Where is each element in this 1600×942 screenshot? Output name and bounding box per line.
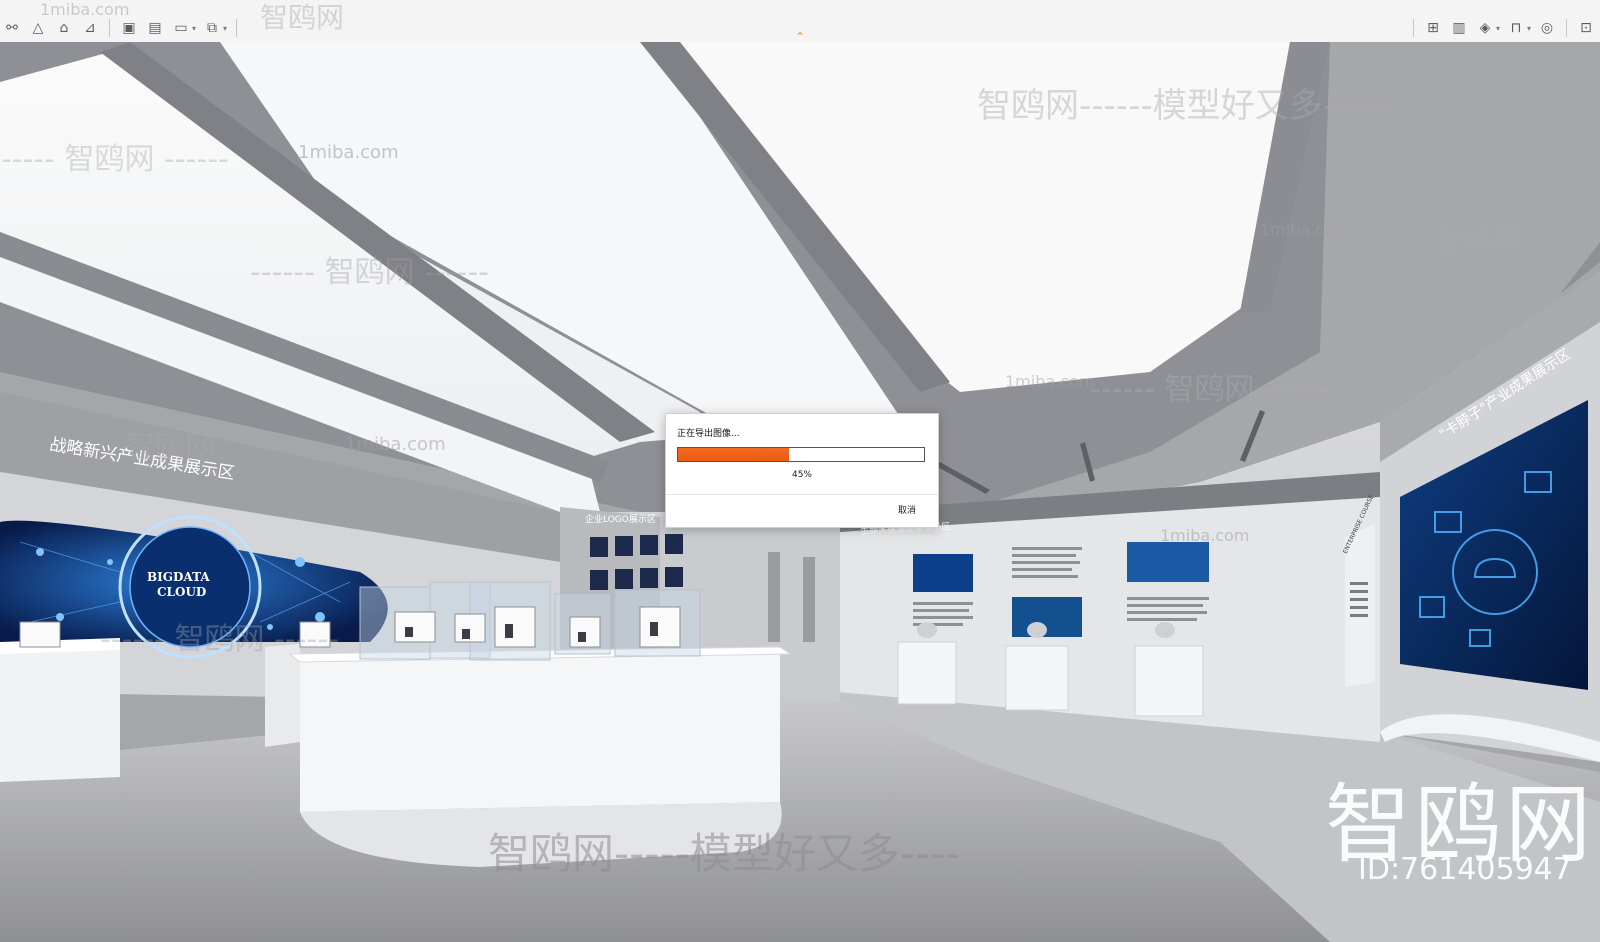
watermark-site-3: 1miba.com bbox=[1260, 220, 1350, 239]
binoculars-icon[interactable]: ⚯ bbox=[2, 18, 22, 38]
render-setup-icon[interactable]: ▭ bbox=[171, 18, 191, 38]
zone-sign-enterprise-logo: 企业LOGO展示区 bbox=[585, 515, 656, 525]
watermark-site-5: 1miba.com bbox=[1160, 526, 1250, 545]
watermark-site-2: 1miba.com bbox=[345, 434, 446, 455]
shield-icon[interactable]: ◈ bbox=[1475, 18, 1495, 38]
toolbar-divider bbox=[1566, 19, 1567, 37]
watermark-bottom-slogan: 智鸥网-----模型好又多---- bbox=[488, 829, 961, 878]
export-progress-dialog: 正在导出图像... 45% 取消 bbox=[665, 413, 939, 528]
watermark-id: ID:761405947 bbox=[1358, 852, 1572, 887]
map-icon[interactable]: ⊞ bbox=[1423, 18, 1443, 38]
watermark-site-4: 1miba.com bbox=[1005, 372, 1095, 391]
watermark-site-1: 1miba.com bbox=[298, 142, 399, 163]
toolbar-left-group: ⚯ △ ⌂ ⊿ ▣ ▤ ▭ ▾ ⧉ ▾ bbox=[2, 17, 240, 39]
dialog-divider bbox=[666, 494, 938, 495]
watermark-slogan-3: ------ 智鸥网 ------ bbox=[250, 255, 489, 290]
collapse-toolbar-icon[interactable]: ⌃ bbox=[792, 31, 808, 43]
bookmark-icon[interactable]: ⊓ bbox=[1506, 18, 1526, 38]
toolbar: ⚯ △ ⌂ ⊿ ▣ ▤ ▭ ▾ ⧉ ▾ ⊞ ▥ ◈ ▾ ⊓ ▾ ◎ ⊡ 1mib… bbox=[0, 0, 1600, 43]
watermark-slogan-4: ------ 智鸥网 bbox=[1360, 225, 1525, 260]
watermark-slogan-1: 智鸥网------模型好又多------ bbox=[977, 86, 1397, 126]
watermark-slogan-7: ------ 智鸥网 ------ bbox=[100, 622, 339, 657]
progress-percent-label: 45% bbox=[791, 470, 812, 480]
chevron-down-icon[interactable]: ▾ bbox=[1527, 24, 1531, 33]
watermark-slogan-5: ------ 智鸥网 ------ bbox=[1090, 372, 1329, 407]
bigdata-line-1: BIGDATA bbox=[147, 570, 210, 584]
monitor-icon[interactable]: ▥ bbox=[1449, 18, 1469, 38]
export-progress-bar bbox=[677, 447, 925, 462]
watermark-top-small: 1miba.com bbox=[40, 0, 130, 19]
render-frame-icon[interactable]: ▤ bbox=[145, 18, 165, 38]
camera-icon[interactable]: ⊡ bbox=[1576, 18, 1596, 38]
progress-fill bbox=[678, 448, 789, 461]
toolbar-divider bbox=[236, 19, 238, 37]
watermark-top-large: 智鸥网 bbox=[260, 1, 345, 34]
chevron-down-icon[interactable]: ▾ bbox=[192, 24, 196, 33]
chevron-down-icon[interactable]: ▾ bbox=[223, 24, 227, 33]
toolbar-right-group: ⊞ ▥ ◈ ▾ ⊓ ▾ ◎ ⊡ bbox=[1410, 17, 1596, 39]
dialog-title: 正在导出图像... bbox=[677, 429, 740, 439]
snapshot-icon[interactable]: ◎ bbox=[1537, 18, 1557, 38]
pyramid-icon[interactable]: △ bbox=[28, 18, 48, 38]
cancel-button[interactable]: 取消 bbox=[898, 503, 916, 516]
render-export-icon[interactable]: ⧉ bbox=[202, 18, 222, 38]
stairs-icon[interactable]: ⊿ bbox=[80, 18, 100, 38]
watermark-slogan-6: 智鸥网 bbox=[125, 430, 215, 465]
watermark-slogan-2: ------ 智鸥网 ------ bbox=[0, 142, 229, 177]
toolbar-divider bbox=[1412, 19, 1414, 37]
render-icon[interactable]: ▣ bbox=[119, 18, 139, 38]
chevron-down-icon[interactable]: ▾ bbox=[1496, 24, 1500, 33]
house-icon[interactable]: ⌂ bbox=[54, 18, 74, 38]
toolbar-divider bbox=[109, 19, 110, 37]
bigdata-line-2: CLOUD bbox=[157, 585, 207, 599]
